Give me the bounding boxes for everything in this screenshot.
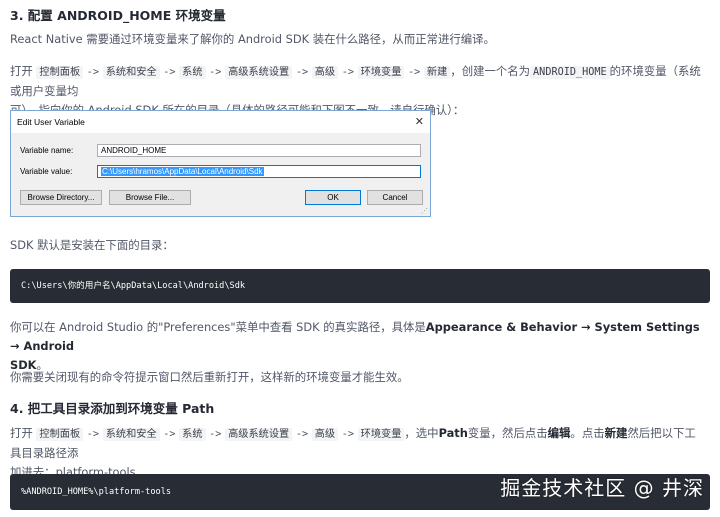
path-step: 系统和安全: [102, 66, 160, 79]
path-step: 高级: [311, 66, 339, 79]
edit-user-variable-dialog: Edit User Variable ✕ Variable name: ANDR…: [10, 110, 431, 217]
code-block-sdk-path: C:\Users\你的用户名\AppData\Local\Android\Sdk: [10, 269, 710, 303]
section-4-heading: 4. 把工具目录添加到环境变量 Path: [10, 401, 215, 416]
section-3-heading: 3. 配置 ANDROID_HOME 环境变量: [10, 8, 226, 23]
path-step: 高级系统设置: [225, 66, 293, 79]
path-step: 控制面板: [36, 66, 84, 79]
path-step: 高级系统设置: [225, 428, 293, 441]
dialog-body: Variable name: ANDROID_HOME Variable val…: [11, 133, 430, 216]
variable-name-label: Variable name:: [20, 146, 74, 155]
path-step: 环境变量: [357, 66, 405, 79]
path-step: 新建: [423, 66, 451, 79]
paragraph-reopen-cmd: 你需要关闭现有的命令符提示窗口然后重新打开，这样新的环境变量才能生效。: [10, 370, 409, 384]
variable-name-field[interactable]: ANDROID_HOME: [97, 144, 421, 157]
paragraph-preferences: 你可以在 Android Studio 的"Preferences"菜单中查看 …: [10, 320, 700, 372]
resize-grip-icon[interactable]: ⋰: [421, 207, 428, 215]
path-step: 控制面板: [36, 428, 84, 441]
browse-file-button[interactable]: Browse File...: [109, 190, 191, 205]
paragraph-env-intro: React Native 需要通过环境变量来了解你的 Android SDK 装…: [10, 32, 495, 46]
article-page: 3. 配置 ANDROID_HOME 环境变量 React Native 需要通…: [0, 0, 720, 517]
selected-value-text: C:\Users\hramos\AppData\Local\Android\Sd…: [101, 167, 264, 176]
browse-directory-button[interactable]: Browse Directory...: [20, 190, 102, 205]
variable-value-field[interactable]: C:\Users\hramos\AppData\Local\Android\Sd…: [97, 165, 421, 178]
dialog-title: Edit User Variable: [17, 117, 85, 127]
paragraph-sdk-default: SDK 默认是安装在下面的目录：: [10, 238, 174, 252]
path-step: 系统和安全: [102, 428, 160, 441]
path-step: 系统: [179, 66, 206, 79]
cancel-button[interactable]: Cancel: [367, 190, 423, 205]
variable-value-label: Variable value:: [20, 167, 73, 176]
path-step: 高级: [311, 428, 339, 441]
inline-code-android-home: ANDROID_HOME: [530, 66, 610, 79]
path-step: 系统: [179, 428, 206, 441]
close-icon[interactable]: ✕: [415, 115, 424, 128]
path-step: 环境变量: [357, 428, 405, 441]
ok-button[interactable]: OK: [305, 190, 361, 205]
watermark: 掘金技术社区 @ 井深: [500, 476, 704, 500]
dialog-titlebar: Edit User Variable ✕: [11, 111, 430, 133]
